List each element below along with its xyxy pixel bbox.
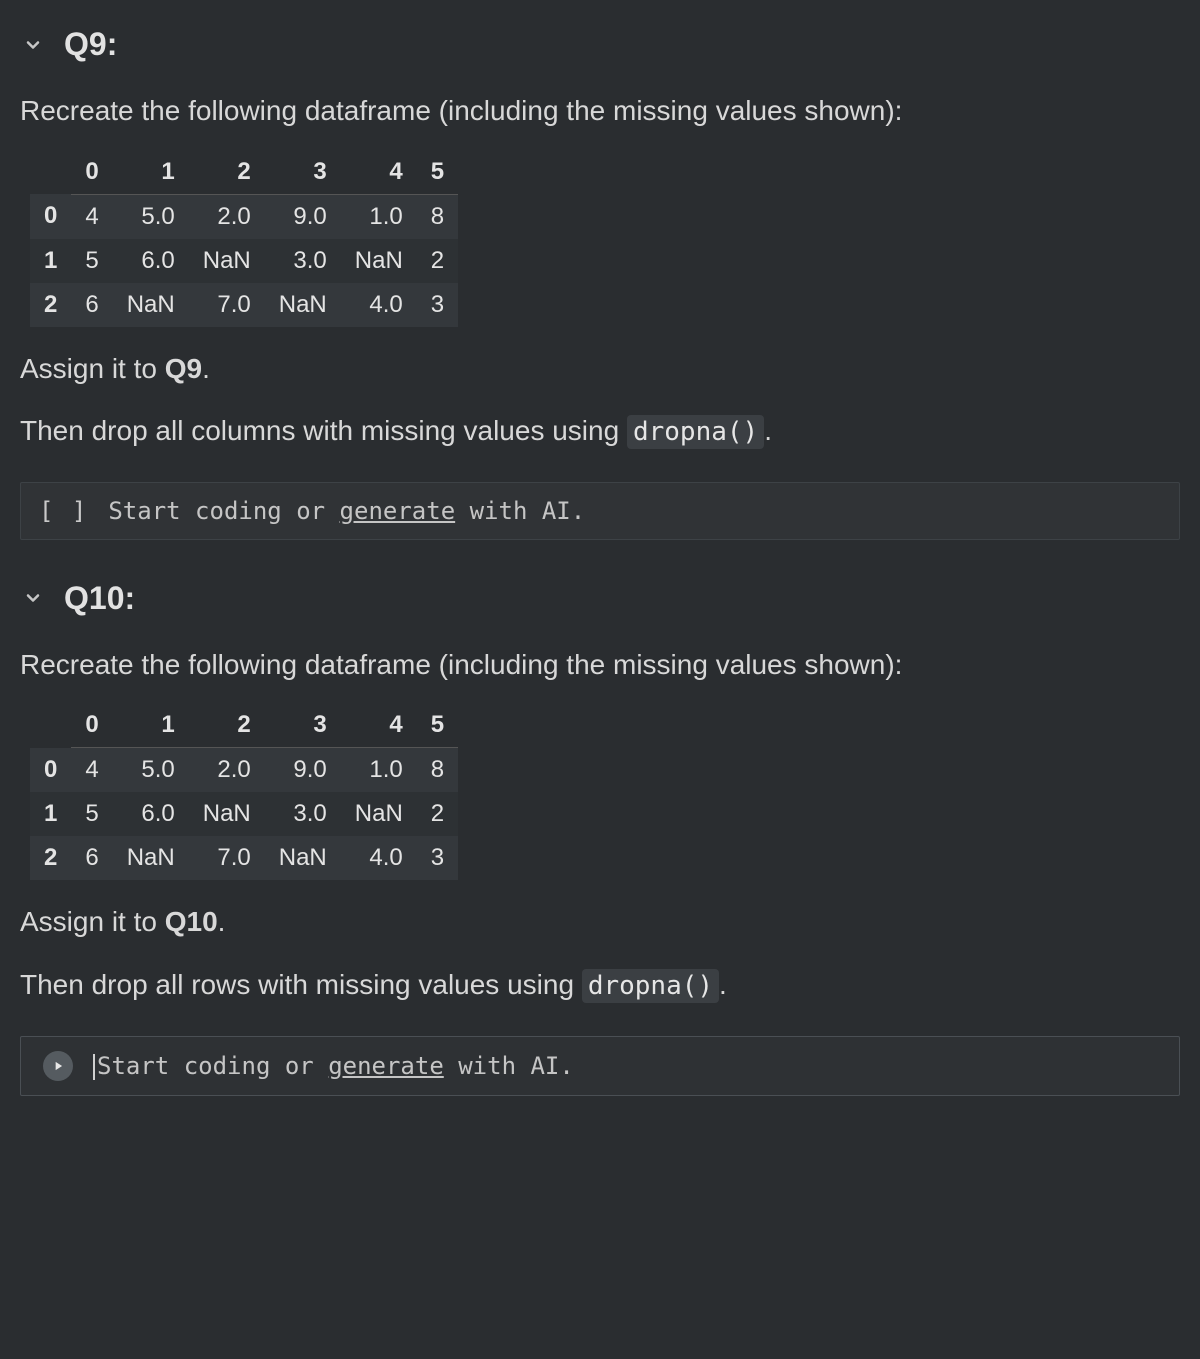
cell: 3.0 [265,239,341,283]
cell: NaN [113,836,189,880]
cell: 6.0 [113,792,189,836]
cell: 3 [417,283,458,327]
cell: 5.0 [113,748,189,793]
cell: 9.0 [265,748,341,793]
col-header: 3 [265,150,341,195]
row-index: 2 [30,836,71,880]
row-index: 2 [30,283,71,327]
dataframe-q9: 0 1 2 3 4 5 0 4 5.0 2.0 9.0 1.0 8 [30,150,1180,327]
generate-link[interactable]: generate [328,1052,444,1080]
col-header: 3 [265,703,341,748]
code-cell-placeholder[interactable]: Start coding or generate with AI. [93,1052,574,1080]
text-caret [93,1054,95,1080]
code-inline: dropna() [582,969,719,1003]
section-title: Q9: [64,26,117,63]
cell: 7.0 [189,283,265,327]
cell: 2 [417,792,458,836]
cell: 7.0 [189,836,265,880]
dataframe-q10: 0 1 2 3 4 5 0 4 5.0 2.0 9.0 1.0 8 [30,703,1180,880]
table-row: 2 6 NaN 7.0 NaN 4.0 3 [30,836,458,880]
cell: 1.0 [341,194,417,239]
table-row: 1 5 6.0 NaN 3.0 NaN 2 [30,239,458,283]
cell: NaN [341,792,417,836]
table-row: 0 4 5.0 2.0 9.0 1.0 8 [30,194,458,239]
cell: 2 [417,239,458,283]
instruction-text: Recreate the following dataframe (includ… [20,645,1180,686]
cell: 6 [71,283,112,327]
col-header: 2 [189,703,265,748]
table-row: 2 6 NaN 7.0 NaN 4.0 3 [30,283,458,327]
col-header: 2 [189,150,265,195]
col-header: 1 [113,703,189,748]
col-header: 1 [113,150,189,195]
col-header: 0 [71,703,112,748]
cell: NaN [113,283,189,327]
cell: NaN [265,836,341,880]
cell: 6.0 [113,239,189,283]
cell: 4.0 [341,283,417,327]
instruction-assign: Assign it to Q9. [20,349,1180,390]
code-cell-q10[interactable]: Start coding or generate with AI. [20,1036,1180,1096]
row-index: 1 [30,792,71,836]
cell: 5 [71,239,112,283]
row-index: 0 [30,748,71,793]
cell: 5.0 [113,194,189,239]
cell: NaN [265,283,341,327]
cell: 5 [71,792,112,836]
instruction-drop: Then drop all rows with missing values u… [20,965,1180,1006]
instruction-assign: Assign it to Q10. [20,902,1180,943]
cell: 2.0 [189,748,265,793]
cell: 2.0 [189,194,265,239]
col-header: 4 [341,703,417,748]
cell: 4 [71,748,112,793]
cell-exec-indicator: [ ] [39,497,88,525]
col-header: 4 [341,150,417,195]
chevron-down-icon [20,32,46,58]
code-cell-q9[interactable]: [ ] Start coding or generate with AI. [20,482,1180,540]
code-inline: dropna() [627,415,764,449]
cell: NaN [189,239,265,283]
col-header: 5 [417,150,458,195]
cell: NaN [189,792,265,836]
cell: 8 [417,748,458,793]
generate-link[interactable]: generate [340,497,456,525]
cell: 8 [417,194,458,239]
instruction-drop: Then drop all columns with missing value… [20,411,1180,452]
cell: 4.0 [341,836,417,880]
row-index: 1 [30,239,71,283]
cell: 3.0 [265,792,341,836]
cell: 6 [71,836,112,880]
table-row: 1 5 6.0 NaN 3.0 NaN 2 [30,792,458,836]
section-header-q9[interactable]: Q9: [20,26,1180,63]
cell: 4 [71,194,112,239]
code-cell-placeholder[interactable]: Start coding or generate with AI. [108,497,585,525]
col-header: 0 [71,150,112,195]
cell: 3 [417,836,458,880]
cell: 1.0 [341,748,417,793]
instruction-text: Recreate the following dataframe (includ… [20,91,1180,132]
run-cell-button[interactable] [43,1051,73,1081]
col-header: 5 [417,703,458,748]
cell: NaN [341,239,417,283]
table-row: 0 4 5.0 2.0 9.0 1.0 8 [30,748,458,793]
cell: 9.0 [265,194,341,239]
section-title: Q10: [64,580,135,617]
row-index: 0 [30,194,71,239]
section-header-q10[interactable]: Q10: [20,580,1180,617]
chevron-down-icon [20,585,46,611]
